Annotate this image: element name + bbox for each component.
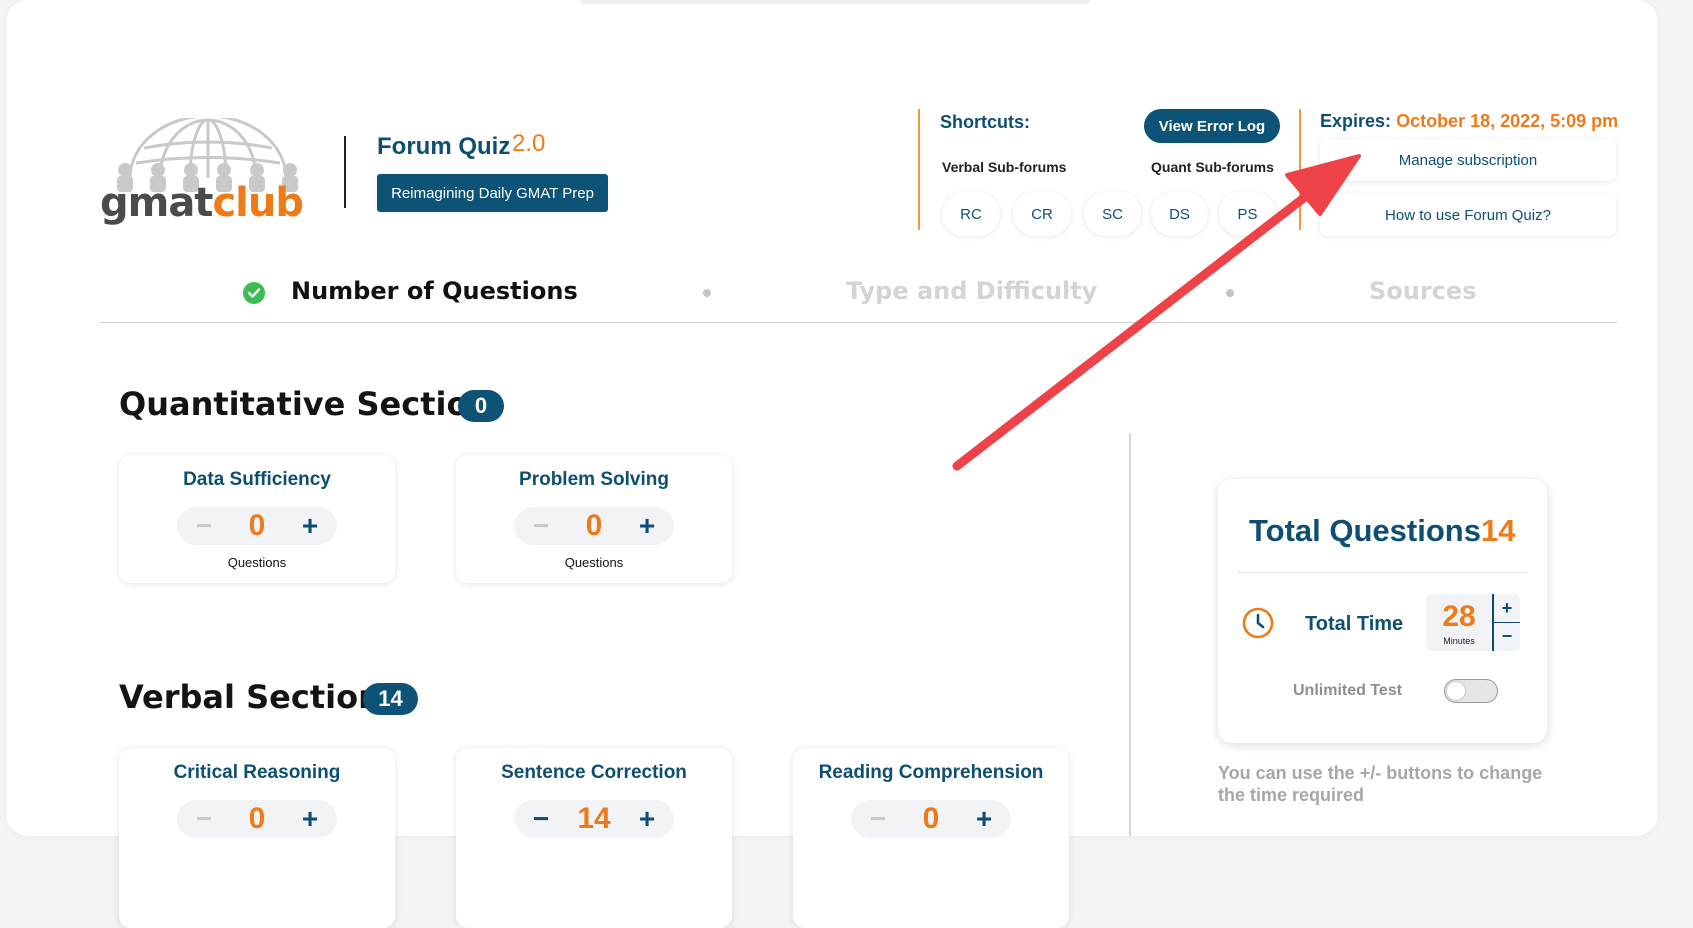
time-increment-button[interactable]: + (1494, 594, 1520, 623)
subscription-left-border (1299, 109, 1301, 230)
shortcut-ds-button[interactable]: DS (1151, 192, 1208, 236)
increment-button[interactable]: + (634, 800, 660, 838)
total-time-display: 28 Minutes (1426, 594, 1492, 651)
unlimited-test-toggle[interactable] (1444, 679, 1498, 703)
expires-date: October 18, 2022, 5:09 pm (1396, 111, 1619, 131)
quant-section-title: Quantitative Section (119, 385, 492, 423)
unlimited-test-label: Unlimited Test (1293, 682, 1403, 699)
question-counter: − 0 + (851, 800, 1011, 838)
decrement-button[interactable]: − (865, 800, 891, 838)
shortcut-rc-button[interactable]: RC (942, 192, 1000, 236)
manage-subscription-button[interactable]: Manage subscription (1320, 139, 1616, 181)
critical-reasoning-card: Critical Reasoning − 0 + (119, 748, 395, 928)
step-number-of-questions[interactable]: Number of Questions (291, 277, 578, 305)
decrement-button[interactable]: − (528, 507, 554, 545)
expires-label: Expires: (1320, 111, 1392, 131)
clock-icon (1242, 607, 1274, 639)
question-counter: − 14 + (514, 800, 674, 838)
reimagining-button[interactable]: Reimagining Daily GMAT Prep (377, 174, 608, 212)
toggle-knob (1447, 682, 1465, 700)
total-questions-value: 14 (1481, 513, 1516, 548)
increment-button[interactable]: + (634, 507, 660, 545)
decrement-button[interactable]: − (191, 507, 217, 545)
card-title: Critical Reasoning (173, 762, 341, 783)
time-decrement-button[interactable]: − (1494, 622, 1520, 650)
sentence-correction-card: Sentence Correction − 14 + (456, 748, 732, 928)
expires-line: Expires: October 18, 2022, 5:09 pm (1320, 111, 1618, 132)
total-questions-title: Total Questions (1249, 513, 1481, 548)
question-counter: − 0 + (177, 800, 337, 838)
forum-quiz-title: Forum Quiz (377, 133, 511, 160)
total-time-unit: Minutes (1443, 636, 1475, 646)
counter-value: 14 (577, 802, 611, 835)
problem-solving-card: Problem Solving − 0 + Questions (456, 455, 732, 583)
quant-subforums-label: Quant Sub-forums (1151, 159, 1274, 175)
how-to-use-button[interactable]: How to use Forum Quiz? (1320, 194, 1616, 236)
forum-quiz-version: 2.0 (512, 130, 546, 157)
decrement-button[interactable]: − (528, 800, 554, 838)
time-stepper: + − (1492, 594, 1520, 651)
logo-wordmark: gmatclub (100, 180, 304, 226)
card-title: Reading Comprehension (818, 762, 1044, 783)
increment-button[interactable]: + (971, 800, 997, 838)
shortcuts-title: Shortcuts: (940, 112, 1030, 132)
quant-count-badge: 0 (458, 390, 504, 422)
increment-button[interactable]: + (297, 507, 323, 545)
card-title: Data Sufficiency (183, 469, 331, 490)
gmatclub-logo[interactable]: gmatclub (100, 118, 315, 228)
verbal-section-title: Verbal Section (119, 678, 381, 716)
summary-divider (1237, 572, 1527, 573)
shortcut-ps-button[interactable]: PS (1219, 192, 1276, 236)
top-tab-edge (580, 0, 1090, 4)
card-subtitle: Questions (564, 555, 624, 570)
shortcut-cr-button[interactable]: CR (1013, 192, 1071, 236)
logo-word-gmat: gmat (100, 180, 213, 226)
card-title: Sentence Correction (501, 762, 687, 783)
total-time-value: 28 (1442, 600, 1476, 633)
column-divider (1129, 433, 1131, 836)
view-error-log-button[interactable]: View Error Log (1144, 109, 1280, 143)
step-complete-check-icon (243, 282, 265, 304)
verbal-count-badge: 14 (363, 683, 418, 715)
counter-value: 0 (922, 802, 940, 835)
counter-value: 0 (248, 509, 266, 542)
question-counter: − 0 + (514, 507, 674, 545)
data-sufficiency-card: Data Sufficiency − 0 + Questions (119, 455, 395, 583)
step-sources[interactable]: Sources (1369, 277, 1476, 305)
total-questions-card: Total Questions 14 Total Time 28 Minutes… (1218, 479, 1547, 743)
stepper-divider (100, 322, 1617, 323)
counter-value: 0 (248, 802, 266, 835)
step-type-and-difficulty[interactable]: Type and Difficulty (846, 277, 1097, 305)
logo-divider (344, 136, 346, 208)
logo-word-club: club (212, 180, 304, 226)
verbal-subforums-label: Verbal Sub-forums (942, 159, 1067, 175)
decrement-button[interactable]: − (191, 800, 217, 838)
card-title: Problem Solving (519, 469, 669, 490)
shortcut-sc-button[interactable]: SC (1084, 192, 1141, 236)
step-separator-dot (1226, 289, 1234, 297)
time-hint-text: You can use the +/- buttons to change th… (1218, 763, 1543, 805)
total-time-label: Total Time (1305, 613, 1404, 635)
shortcuts-left-border (918, 109, 920, 230)
step-separator-dot (703, 289, 711, 297)
question-counter: − 0 + (177, 507, 337, 545)
card-subtitle: Questions (227, 555, 287, 570)
increment-button[interactable]: + (297, 800, 323, 838)
counter-value: 0 (585, 509, 603, 542)
reading-comprehension-card: Reading Comprehension − 0 + (793, 748, 1069, 928)
